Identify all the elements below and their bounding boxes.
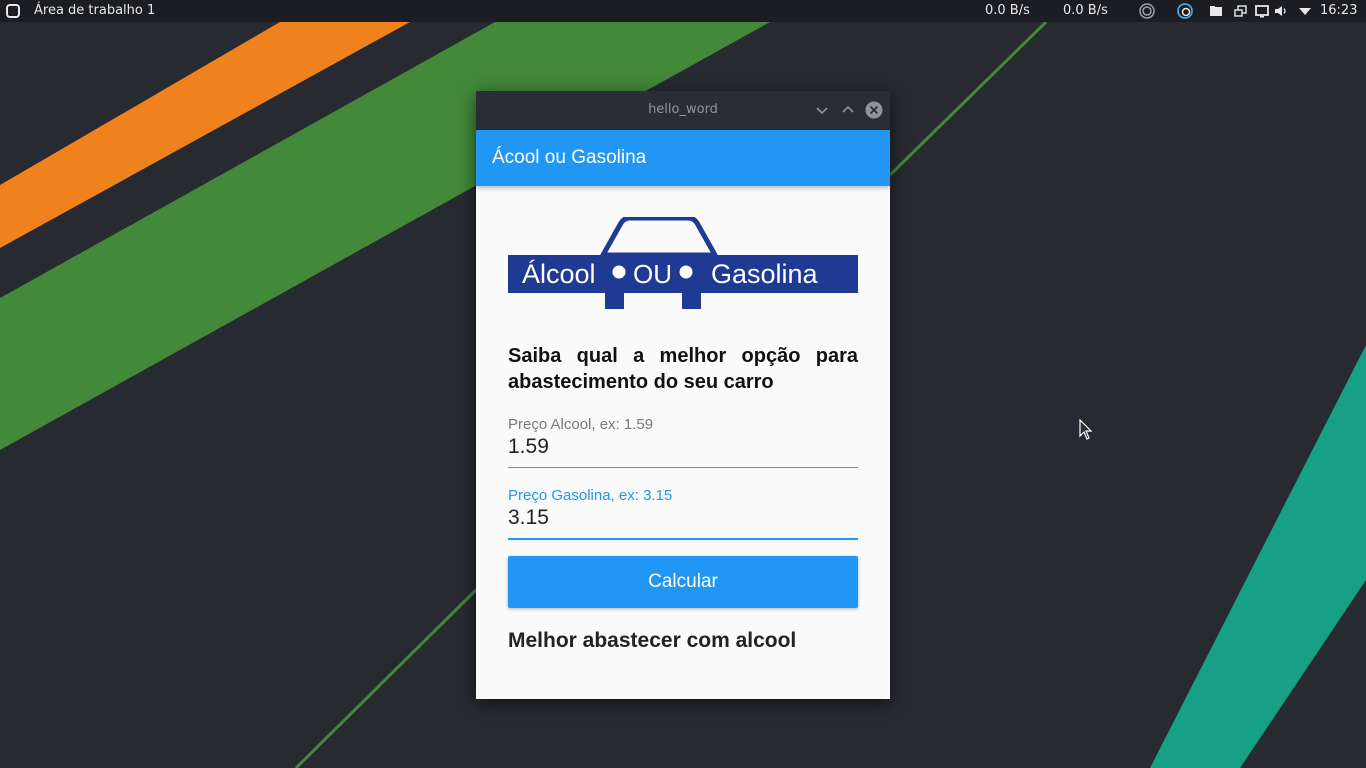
menu-down-icon[interactable] xyxy=(1297,3,1313,19)
gasolina-price-underline xyxy=(508,538,858,540)
mouse-cursor-icon xyxy=(1079,419,1093,440)
alcool-price-field[interactable]: Preço Alcool, ex: 1.59 1.59 xyxy=(508,416,858,468)
gasolina-price-label: Preço Gasolina, ex: 3.15 xyxy=(508,487,673,504)
result-text: Melhor abastecer com alcool xyxy=(508,629,797,652)
sync-icon[interactable] xyxy=(1177,3,1193,19)
network-download-rate: 0.0 B/s xyxy=(985,3,1030,18)
alcool-ou-gasolina-logo: Álcool OU Gasolina xyxy=(508,217,858,309)
workspace-label[interactable]: Área de trabalho 1 xyxy=(34,3,155,18)
logo-word-right: Gasolina xyxy=(711,259,819,289)
close-icon[interactable] xyxy=(865,101,883,119)
window-titlebar[interactable]: hello_word xyxy=(476,91,890,130)
app-bar: Ácool ou Gasolina xyxy=(476,130,890,186)
alcool-price-input[interactable]: 1.59 xyxy=(508,435,858,459)
minimize-icon[interactable] xyxy=(813,101,831,119)
network-monitor-icon[interactable] xyxy=(1139,3,1155,19)
windows-icon[interactable] xyxy=(1233,3,1249,19)
gasolina-price-input[interactable]: 3.15 xyxy=(508,506,858,530)
files-icon[interactable] xyxy=(1208,3,1224,19)
app-window: hello_word Ácool ou Gasolina Álcool OU G… xyxy=(476,91,890,699)
network-upload-rate: 0.0 B/s xyxy=(1063,3,1108,18)
display-icon[interactable] xyxy=(1254,3,1270,19)
gasolina-price-field[interactable]: Preço Gasolina, ex: 3.15 3.15 xyxy=(508,487,858,540)
clock[interactable]: 16:23 xyxy=(1320,3,1357,18)
alcool-price-underline xyxy=(508,467,858,468)
app-bar-title: Ácool ou Gasolina xyxy=(492,147,647,168)
logo-word-left: Álcool xyxy=(522,259,596,289)
logo-word-mid: OU xyxy=(633,259,672,289)
headline-text: Saiba qual a melhor opção para abastecim… xyxy=(508,345,858,393)
calcular-button[interactable]: Calcular xyxy=(508,556,858,608)
maximize-icon[interactable] xyxy=(839,101,857,119)
top-panel: Área de trabalho 1 0.0 B/s 0.0 B/s 16:23 xyxy=(0,0,1366,22)
volume-icon[interactable] xyxy=(1273,3,1289,19)
app-launcher-icon[interactable] xyxy=(6,4,20,18)
alcool-price-label: Preço Alcool, ex: 1.59 xyxy=(508,416,654,433)
